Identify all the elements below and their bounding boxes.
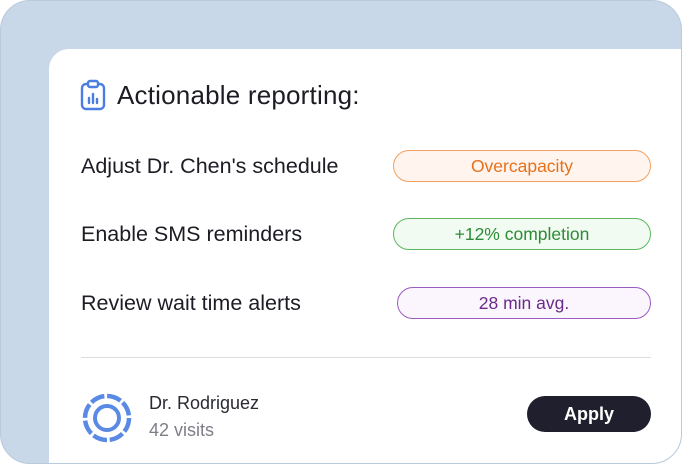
action-row-wait-time[interactable]: Review wait time alerts 28 min avg. <box>81 285 651 321</box>
action-label: Enable SMS reminders <box>81 221 303 246</box>
reporting-card: Actionable reporting: Adjust Dr. Chen's … <box>49 49 681 463</box>
status-badge-overcapacity: Overcapacity <box>393 150 651 182</box>
card-header: Actionable reporting: <box>79 79 360 111</box>
background-frame: Actionable reporting: Adjust Dr. Chen's … <box>0 0 682 464</box>
apply-button[interactable]: Apply <box>527 396 651 432</box>
status-badge-completion: +12% completion <box>393 218 651 250</box>
action-row-schedule[interactable]: Adjust Dr. Chen's schedule Overcapacity <box>81 148 651 184</box>
clipboard-chart-icon <box>80 79 106 111</box>
provider-visits: 42 visits <box>149 420 215 440</box>
action-row-sms[interactable]: Enable SMS reminders +12% completion <box>81 216 651 252</box>
provider-info: Dr. Rodriguez 42 visits <box>149 393 259 441</box>
action-label: Review wait time alerts <box>81 290 301 315</box>
status-badge-wait-time: 28 min avg. <box>397 287 651 319</box>
divider <box>81 357 651 358</box>
action-label: Adjust Dr. Chen's schedule <box>81 153 339 178</box>
provider-name: Dr. Rodriguez <box>149 393 260 413</box>
card-title: Actionable reporting: <box>117 79 360 110</box>
ring-avatar-icon <box>82 393 132 443</box>
